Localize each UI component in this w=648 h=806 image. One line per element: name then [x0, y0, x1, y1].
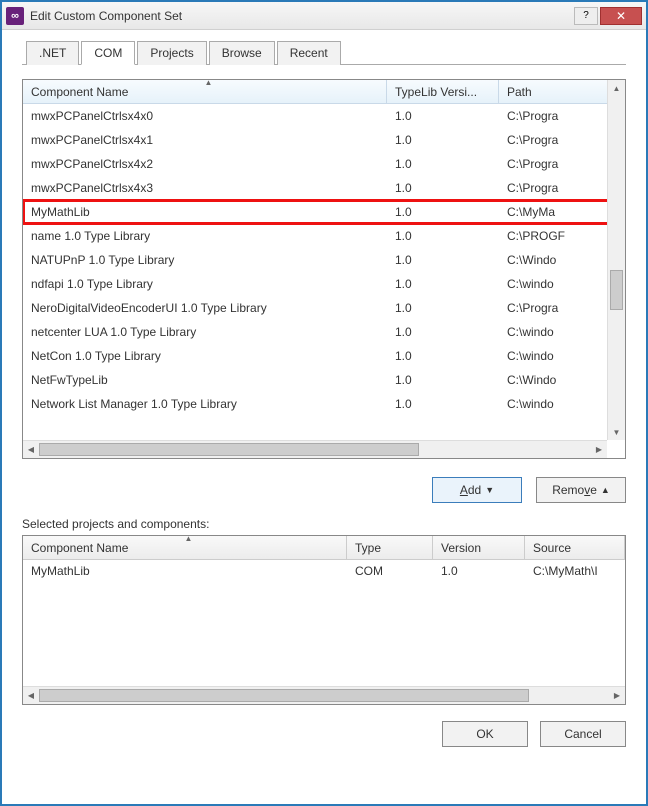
scroll-right-icon[interactable]: ▶	[591, 441, 607, 458]
sort-asc-icon: ▲	[185, 534, 193, 543]
chevron-up-icon: ▲	[601, 485, 610, 495]
scroll-thumb[interactable]	[610, 270, 623, 310]
tab-recent[interactable]: Recent	[277, 41, 341, 65]
col-component-name[interactable]: Component Name ▲	[23, 80, 387, 103]
vertical-scrollbar[interactable]: ▲ ▼	[607, 80, 625, 440]
window-title: Edit Custom Component Set	[30, 9, 574, 23]
selected-rows: MyMathLibCOM1.0C:\MyMath\I	[23, 560, 625, 582]
scroll-left-icon[interactable]: ◀	[23, 687, 39, 704]
ok-button[interactable]: OK	[442, 721, 528, 747]
cell-version: 1.0	[387, 181, 499, 195]
table-row[interactable]: NeroDigitalVideoEncoderUI 1.0 Type Libra…	[23, 296, 625, 320]
tab-browse[interactable]: Browse	[209, 41, 275, 65]
sel-col-type[interactable]: Type	[347, 536, 433, 559]
cell-name: MyMathLib	[23, 564, 347, 578]
cell-name: NeroDigitalVideoEncoderUI 1.0 Type Libra…	[23, 301, 387, 315]
remove-button[interactable]: Remove ▲	[536, 477, 626, 503]
tab-net[interactable]: .NET	[26, 41, 79, 65]
table-row[interactable]: mwxPCPanelCtrlsx4x21.0C:\Progra	[23, 152, 625, 176]
scroll-thumb-h[interactable]	[39, 443, 419, 456]
table-row[interactable]: MyMathLibCOM1.0C:\MyMath\I	[23, 560, 625, 582]
cell-version: 1.0	[387, 133, 499, 147]
cell-name: mwxPCPanelCtrlsx4x2	[23, 157, 387, 171]
cell-version: 1.0	[387, 349, 499, 363]
selected-horizontal-scrollbar[interactable]: ◀ ▶	[23, 686, 625, 704]
cell-type: COM	[347, 564, 433, 578]
cell-version: 1.0	[387, 253, 499, 267]
table-row[interactable]: MyMathLib1.0C:\MyMa	[23, 200, 625, 224]
horizontal-scrollbar[interactable]: ◀ ▶	[23, 440, 607, 458]
scroll-up-icon[interactable]: ▲	[608, 80, 625, 96]
scroll-left-icon[interactable]: ◀	[23, 441, 39, 458]
cell-source: C:\MyMath\I	[525, 564, 625, 578]
add-button-rest: dd	[468, 483, 481, 497]
cell-version: 1.0	[387, 109, 499, 123]
tab-projects[interactable]: Projects	[137, 41, 206, 65]
component-grid: Component Name ▲ TypeLib Versi... Path m…	[22, 79, 626, 459]
table-row[interactable]: NetFwTypeLib1.0C:\Windo	[23, 368, 625, 392]
cell-name: Network List Manager 1.0 Type Library	[23, 397, 387, 411]
chevron-down-icon: ▼	[485, 485, 494, 495]
cell-version: 1.0	[387, 229, 499, 243]
cell-name: NetCon 1.0 Type Library	[23, 349, 387, 363]
selected-label: Selected projects and components:	[22, 517, 626, 531]
table-row[interactable]: netcenter LUA 1.0 Type Library1.0C:\wind…	[23, 320, 625, 344]
cell-version: 1.0	[387, 277, 499, 291]
cell-name: MyMathLib	[23, 205, 387, 219]
cell-name: mwxPCPanelCtrlsx4x0	[23, 109, 387, 123]
table-row[interactable]: Network List Manager 1.0 Type Library1.0…	[23, 392, 625, 416]
tabs: .NET COM Projects Browse Recent	[22, 40, 626, 65]
titlebar: Edit Custom Component Set ? ✕	[2, 2, 646, 30]
sort-asc-icon: ▲	[205, 78, 213, 87]
cell-name: ndfapi 1.0 Type Library	[23, 277, 387, 291]
cell-name: mwxPCPanelCtrlsx4x3	[23, 181, 387, 195]
sel-col-name[interactable]: Component Name ▲	[23, 536, 347, 559]
sel-col-name-label: Component Name	[31, 541, 128, 555]
cell-name: NetFwTypeLib	[23, 373, 387, 387]
table-row[interactable]: NATUPnP 1.0 Type Library1.0C:\Windo	[23, 248, 625, 272]
scroll-down-icon[interactable]: ▼	[608, 424, 625, 440]
sel-col-source[interactable]: Source	[525, 536, 625, 559]
table-row[interactable]: mwxPCPanelCtrlsx4x31.0C:\Progra	[23, 176, 625, 200]
table-row[interactable]: ndfapi 1.0 Type Library1.0C:\windo	[23, 272, 625, 296]
table-row[interactable]: NetCon 1.0 Type Library1.0C:\windo	[23, 344, 625, 368]
col-typelib-version[interactable]: TypeLib Versi...	[387, 80, 499, 103]
sel-col-version[interactable]: Version	[433, 536, 525, 559]
cell-version: 1.0	[387, 157, 499, 171]
add-button[interactable]: Add ▼	[432, 477, 522, 503]
cell-name: NATUPnP 1.0 Type Library	[23, 253, 387, 267]
table-row[interactable]: mwxPCPanelCtrlsx4x01.0C:\Progra	[23, 104, 625, 128]
app-icon	[6, 7, 24, 25]
cell-name: mwxPCPanelCtrlsx4x1	[23, 133, 387, 147]
tab-com[interactable]: COM	[81, 41, 135, 65]
cell-version: 1.0	[387, 397, 499, 411]
cell-version: 1.0	[387, 373, 499, 387]
cell-version: 1.0	[433, 564, 525, 578]
cell-name: netcenter LUA 1.0 Type Library	[23, 325, 387, 339]
cancel-button[interactable]: Cancel	[540, 721, 626, 747]
grid-rows: mwxPCPanelCtrlsx4x01.0C:\ProgramwxPCPane…	[23, 104, 625, 416]
scroll-right-icon[interactable]: ▶	[609, 687, 625, 704]
cell-version: 1.0	[387, 205, 499, 219]
cell-version: 1.0	[387, 301, 499, 315]
add-button-underline: A	[460, 483, 468, 497]
col-component-name-label: Component Name	[31, 85, 128, 99]
scroll-thumb-h[interactable]	[39, 689, 529, 702]
table-row[interactable]: mwxPCPanelCtrlsx4x11.0C:\Progra	[23, 128, 625, 152]
cell-name: name 1.0 Type Library	[23, 229, 387, 243]
selected-grid: Component Name ▲ Type Version Source MyM…	[22, 535, 626, 705]
remove-button-pre: Remo	[552, 483, 584, 497]
table-row[interactable]: name 1.0 Type Library1.0C:\PROGF	[23, 224, 625, 248]
cell-version: 1.0	[387, 325, 499, 339]
help-button[interactable]: ?	[574, 7, 598, 25]
remove-button-post: e	[590, 483, 597, 497]
close-button[interactable]: ✕	[600, 7, 642, 25]
